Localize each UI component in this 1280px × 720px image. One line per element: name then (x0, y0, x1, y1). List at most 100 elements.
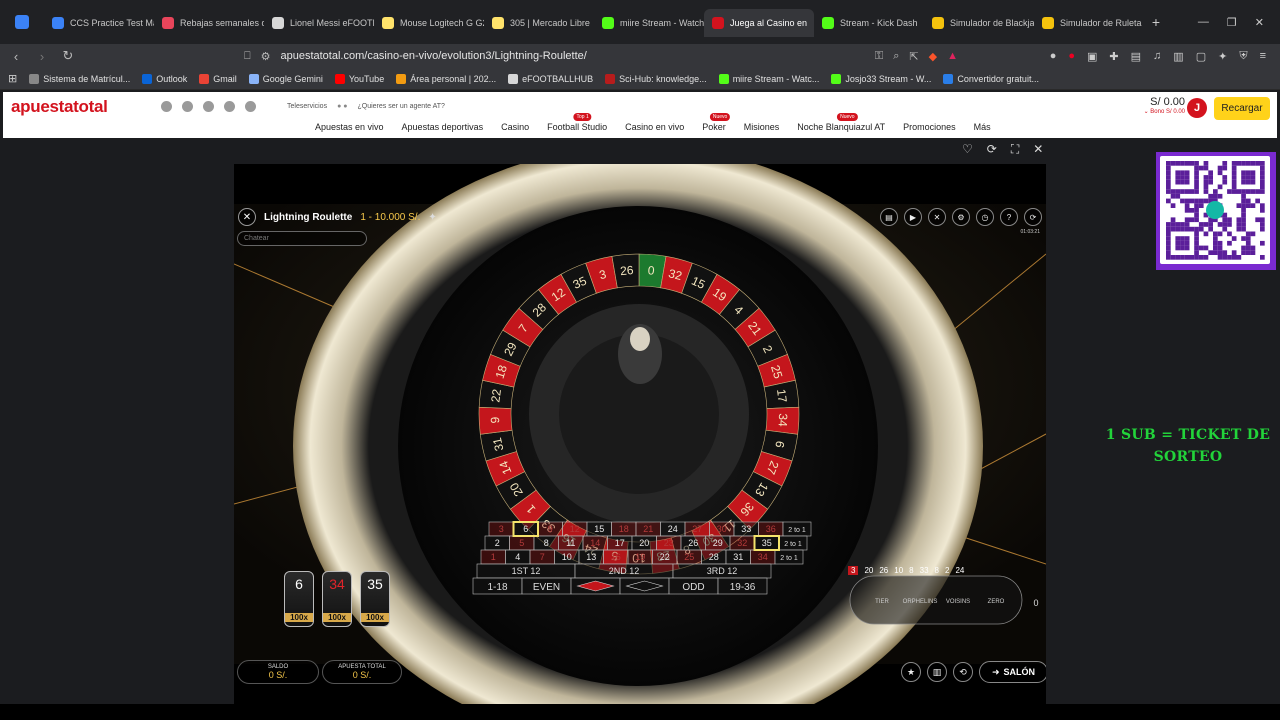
nav-item[interactable]: Football Studio Top 1 (547, 113, 607, 132)
tiktok-icon[interactable] (203, 101, 214, 112)
puzzle-icon[interactable]: ✚ (1109, 50, 1118, 63)
bookmark-item[interactable]: Sistema de Matrícul... (29, 73, 130, 84)
browser-app-icon[interactable] (0, 15, 44, 29)
bookmark-item[interactable]: Área personal | 202... (396, 73, 496, 84)
saldo-pill: SALDO 0 S/. (237, 660, 319, 684)
racetrack-label[interactable]: ZERO (988, 599, 1005, 605)
youtube-icon[interactable] (245, 101, 256, 112)
instagram-icon[interactable] (161, 101, 172, 112)
sidebar-icon[interactable]: ▤ (1131, 50, 1141, 63)
nav-item[interactable]: Casino en vivo (625, 122, 684, 132)
bookmark-item[interactable]: Outlook (142, 73, 187, 84)
nav-item[interactable]: Poker Nuevo (702, 113, 731, 132)
favorites-star-icon[interactable]: ★ (901, 662, 921, 682)
mute-icon[interactable]: ✕ (928, 208, 946, 226)
bookmark-item[interactable]: Google Gemini (248, 73, 323, 84)
repeat-icon[interactable]: ⟲ (953, 662, 973, 682)
facebook-icon[interactable] (182, 101, 193, 112)
x-icon[interactable] (224, 101, 235, 112)
nav-item[interactable]: Apuestas deportivas (402, 122, 484, 132)
nav-item-label: Apuestas deportivas (401, 122, 484, 132)
apps-grid-icon[interactable]: ⊞ (8, 72, 17, 85)
bookmark-item[interactable]: Gmail (199, 73, 237, 84)
help-icon[interactable]: ? (1000, 208, 1018, 226)
brave-shield-icon[interactable]: ◆ (929, 50, 937, 63)
bookmark-label: YouTube (348, 73, 385, 84)
forward-icon[interactable]: › (34, 49, 50, 64)
racetrack-label[interactable]: TIER (875, 599, 889, 605)
rewards-icon[interactable]: ▲ (947, 50, 958, 62)
key-icon[interactable]: ⚿ (875, 50, 883, 63)
bookmark-item[interactable]: Josjo33 Stream - W... (831, 73, 931, 84)
bookmark-item[interactable]: eFOOTBALLHUB (508, 73, 593, 84)
wheel-number: 34 (776, 413, 791, 427)
site-logo[interactable]: apuestatotal (11, 97, 108, 117)
minimize-icon[interactable]: — (1198, 16, 1209, 29)
agent-question-link[interactable]: ¿Quieres ser un agente AT? (357, 103, 444, 110)
extension-icon[interactable]: ● (1050, 50, 1057, 63)
browser-tab[interactable]: 305 | Mercado Libre (484, 9, 594, 37)
nav-item[interactable]: Apuestas en vivo (315, 122, 384, 132)
racetrack-label[interactable]: ORPHELINS (903, 599, 938, 605)
chat-icon[interactable]: ▤ (880, 208, 898, 226)
panel-icon[interactable]: ▥ (1173, 50, 1183, 63)
browser-tab[interactable]: Simulador de Blackja (924, 9, 1034, 37)
browser-tab[interactable]: Rebajas semanales de (154, 9, 264, 37)
browser-tab[interactable]: Stream - Kick Dash (814, 9, 924, 37)
avatar[interactable]: J (1187, 98, 1207, 118)
share-icon[interactable]: ⇱ (909, 50, 918, 63)
video-icon[interactable]: ▶ (904, 208, 922, 226)
close-icon[interactable]: ✕ (238, 208, 256, 226)
recargar-button[interactable]: Recargar (1214, 97, 1270, 120)
back-icon[interactable]: ‹ (8, 49, 24, 64)
teleservicios-label[interactable]: Teleservicios (287, 103, 327, 110)
bookmark-item[interactable]: miire Stream - Watc... (718, 73, 819, 84)
racetrack-label[interactable]: VOISINS (946, 599, 970, 605)
extension-icon[interactable]: ▣ (1087, 50, 1097, 63)
nav-item[interactable]: Casino (501, 122, 529, 132)
vpn-icon[interactable]: ⛨ (1239, 50, 1247, 63)
url-text[interactable]: apuestatotal.com/casino-en-vivo/evolutio… (280, 50, 864, 62)
bookmark-star-icon[interactable]: ⎕ (244, 50, 251, 63)
fullscreen-icon[interactable]: ⛶ (1011, 142, 1019, 157)
browser-tab[interactable]: Simulador de Ruleta (1034, 9, 1144, 37)
pin-icon[interactable]: ✦ (428, 212, 436, 223)
bookmark-item[interactable]: Convertidor gratuit... (943, 73, 1039, 84)
browser-tab[interactable]: miire Stream - Watch (594, 9, 704, 37)
browser-tab[interactable]: Mouse Logitech G G2 (374, 9, 484, 37)
leo-icon[interactable]: ✦ (1218, 50, 1227, 63)
reload-icon[interactable]: ↻ (60, 48, 76, 64)
menu-icon[interactable]: ≡ (1260, 50, 1266, 63)
balance-box[interactable]: S/ 0.00 ⌄ Bono S/ 0.00 (1131, 96, 1185, 115)
address-bar[interactable]: ⎕ ⚙ apuestatotal.com/casino-en-vivo/evol… (236, 46, 966, 66)
restore-icon[interactable]: ❐ (1227, 16, 1237, 29)
bookmark-item[interactable]: Sci-Hub: knowledge... (605, 73, 707, 84)
nav-item[interactable]: Misiones (744, 122, 780, 132)
main-nav: Apuestas en vivo Apuestas deportivas Casin… (315, 113, 991, 132)
refresh-game-icon[interactable]: ⟳ (987, 142, 997, 157)
bookmark-item[interactable]: YouTube (334, 73, 385, 84)
favorite-icon[interactable]: ♡ (962, 142, 973, 157)
nav-item[interactable]: Más (974, 122, 991, 132)
history-icon[interactable]: ◷ (976, 208, 994, 226)
extension-icon[interactable]: ● (1068, 50, 1075, 63)
nav-item[interactable]: Noche Blanquiazul AT Nuevo (797, 113, 885, 132)
browser-tab[interactable]: CCS Practice Test Mat (44, 9, 154, 37)
salon-button[interactable]: ➜ SALÓN (979, 661, 1046, 683)
game-frame[interactable]: 0321519421225173462713361130823105241633… (234, 164, 1046, 704)
settings-icon[interactable]: ⚙ (952, 208, 970, 226)
wallet-icon[interactable]: ▢ (1196, 50, 1206, 63)
reload-game-icon[interactable]: ⟳ (1024, 208, 1042, 226)
site-info-icon[interactable]: ⚙ (261, 50, 271, 63)
new-tab-button[interactable]: + (1144, 14, 1168, 30)
browser-tab[interactable]: Lionel Messi eFOOTBA (264, 9, 374, 37)
browser-tab[interactable]: Juega al Casino en✕ (704, 9, 814, 37)
stats-icon[interactable]: ▥ (927, 662, 947, 682)
music-icon[interactable]: ♫ (1153, 50, 1161, 63)
zoom-icon[interactable]: ⌕ (893, 50, 899, 63)
close-window-icon[interactable]: ✕ (1255, 16, 1264, 29)
close-game-icon[interactable]: ✕ (1033, 142, 1043, 157)
nav-item[interactable]: Promociones (903, 122, 956, 132)
history-result: 8 (934, 566, 939, 575)
chat-input[interactable]: Chatear (237, 231, 367, 246)
